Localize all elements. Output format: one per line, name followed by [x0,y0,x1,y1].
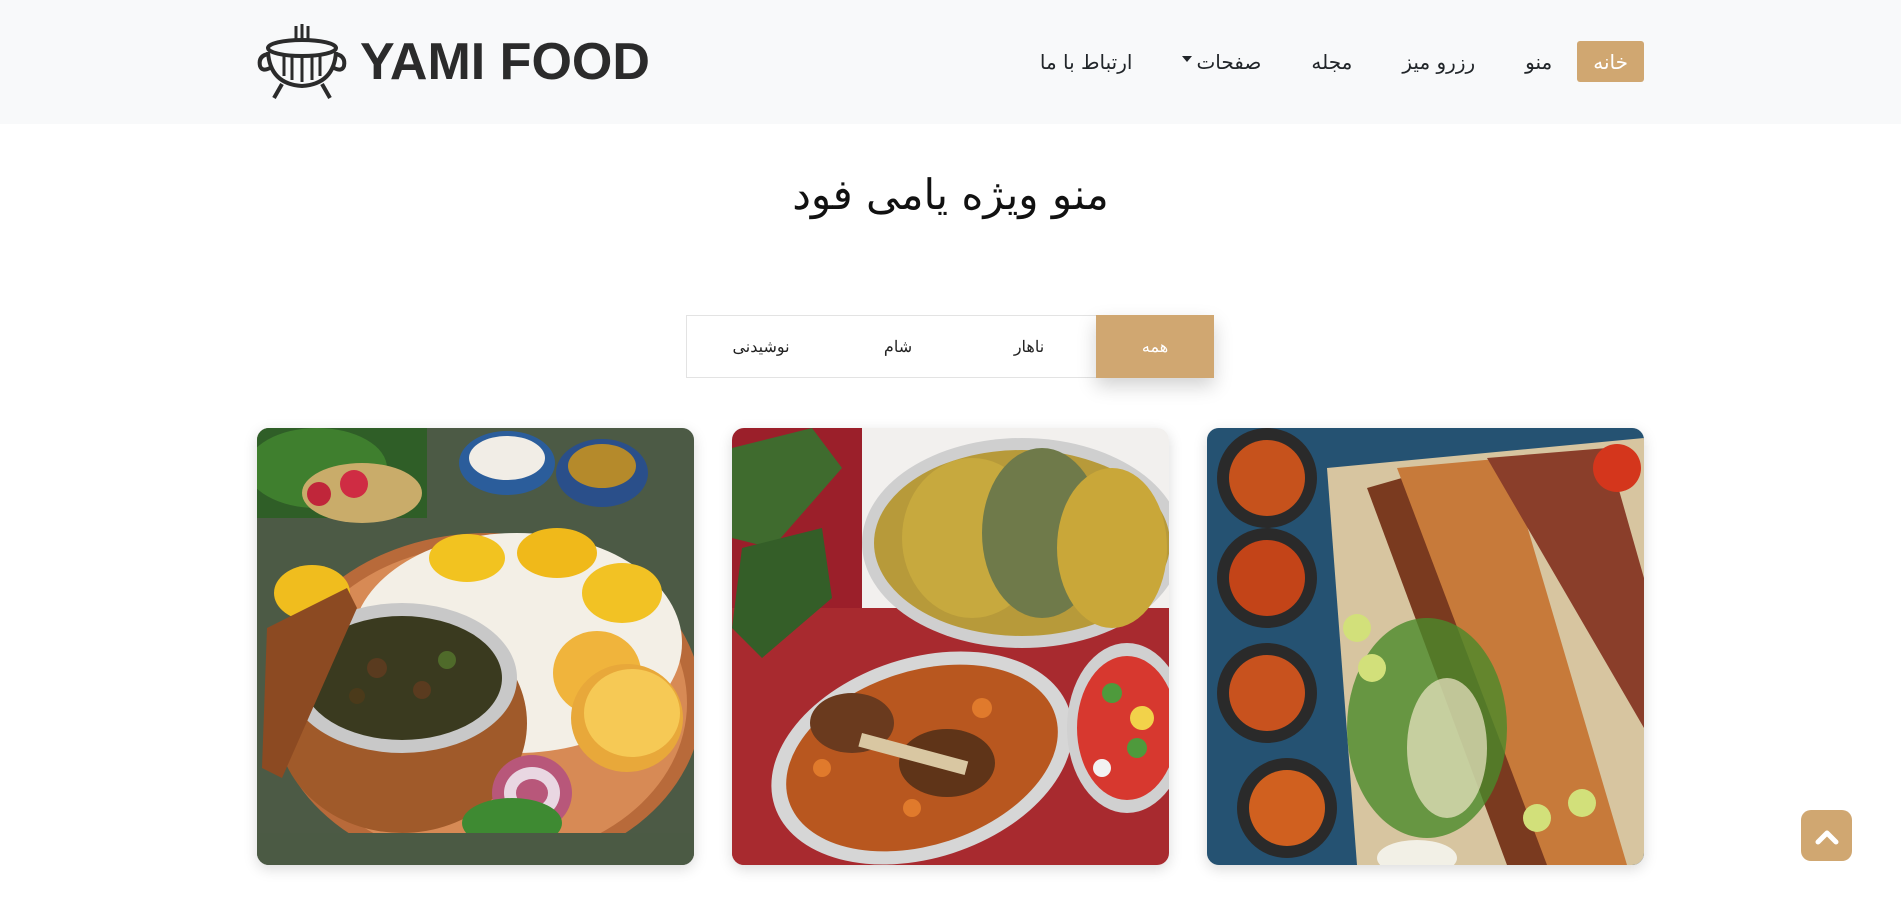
nav-item-label: مجله [1311,49,1353,74]
back-to-top-button[interactable] [1801,810,1852,861]
nav-item-contact[interactable]: ارتباط با ما [1040,50,1133,74]
grill-pot-icon [257,24,347,99]
nav-item-reservation[interactable]: رزرو میز [1402,50,1475,74]
food-photo [1207,428,1644,865]
menu-card-ghormeh-sabzi[interactable] [257,428,694,865]
caret-down-icon [1182,55,1193,62]
main-nav: خانه منو رزرو میز مجله صفحات ارتباط با م… [990,41,1644,82]
food-photo [732,428,1169,865]
nav-item-label: ارتباط با ما [1039,49,1133,74]
nav-item-pages-dropdown[interactable]: صفحات [1182,50,1261,74]
menu-filter-tabs: همه ناهار شام نوشیدنی [686,315,1214,378]
menu-card-kebab-platter[interactable] [1207,428,1644,865]
chevron-up-icon [1815,830,1838,844]
filter-drinks[interactable]: نوشیدنی [688,316,834,377]
filter-dinner[interactable]: شام [834,316,962,377]
nav-item-label: صفحات [1196,49,1262,74]
section-title: منو ویژه یامی فود [792,170,1109,219]
site-header: YAMI FOOD خانه منو رزرو میز مجله صفحات ا… [0,0,1901,124]
filter-label: ناهار [1013,337,1045,356]
food-photo [257,428,694,865]
nav-item-home[interactable]: خانه [1577,41,1644,82]
filter-label: همه [1141,337,1169,356]
nav-item-label: منو [1525,49,1553,74]
nav-item-label: رزرو میز [1402,49,1476,74]
menu-card-lamb-shank[interactable] [732,428,1169,865]
filter-label: نوشیدنی [732,337,790,356]
filter-lunch[interactable]: ناهار [962,316,1096,377]
nav-item-menu[interactable]: منو [1525,50,1552,74]
brand-name: YAMI FOOD [360,33,650,91]
brand-logo[interactable]: YAMI FOOD [256,22,650,102]
nav-item-blog[interactable]: مجله [1311,50,1352,74]
nav-item-label: خانه [1593,49,1628,74]
filter-all[interactable]: همه [1096,315,1214,378]
filter-label: شام [883,337,913,356]
